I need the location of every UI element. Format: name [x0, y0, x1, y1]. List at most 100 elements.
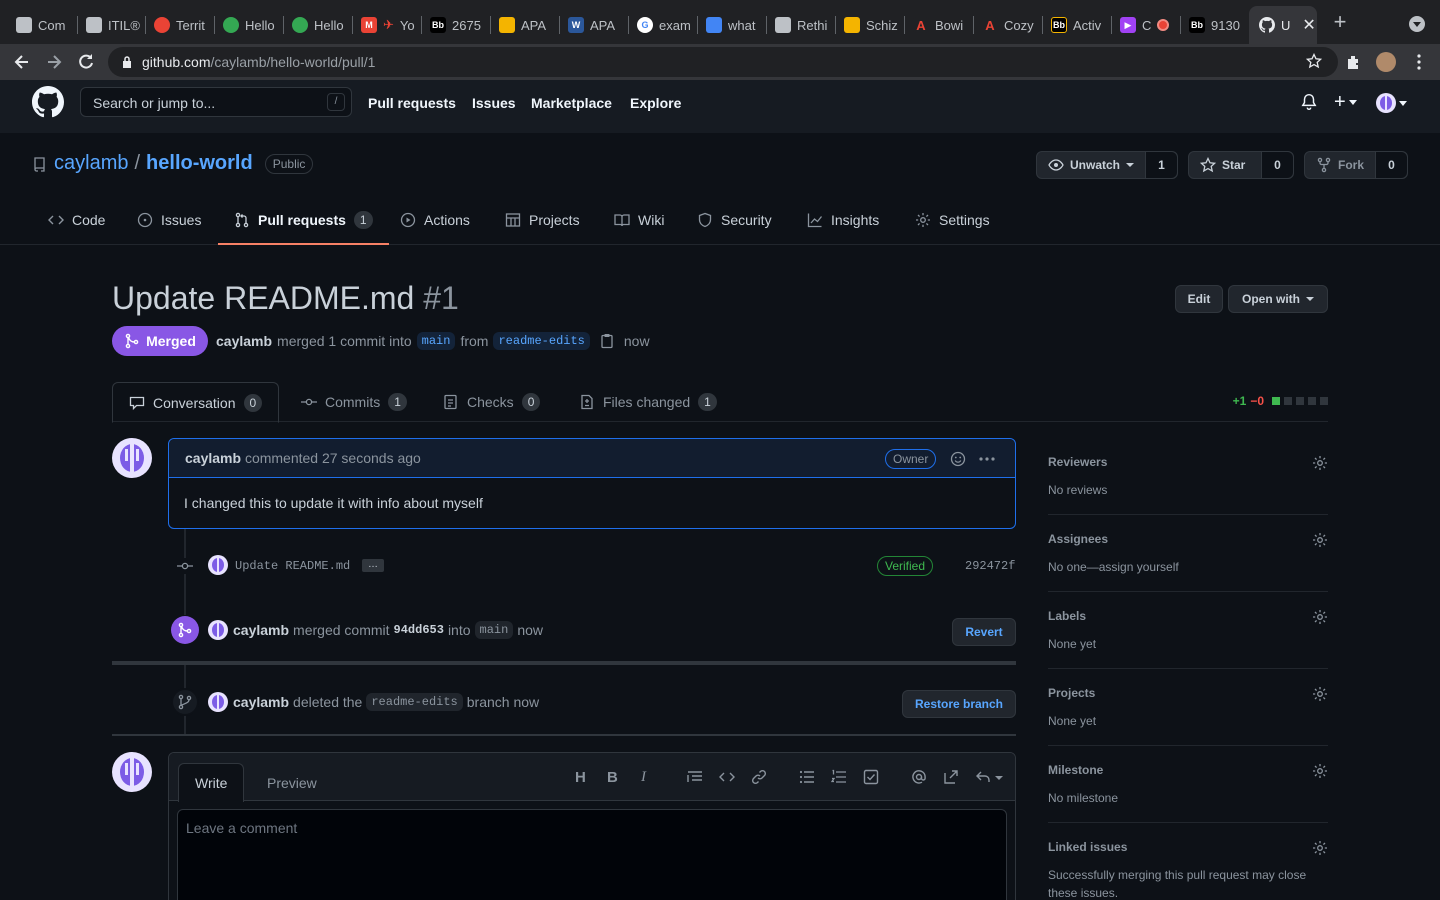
- mention-icon[interactable]: [911, 769, 927, 785]
- tab-code[interactable]: Code: [48, 196, 105, 244]
- omnibox[interactable]: github.com/caylamb/hello-world/pull/1: [108, 47, 1338, 77]
- merge-actor-link[interactable]: caylamb: [233, 622, 289, 638]
- tab-wiki[interactable]: Wiki: [614, 196, 664, 244]
- quote-icon[interactable]: [687, 769, 703, 785]
- extensions-puzzle-icon[interactable]: [1344, 52, 1364, 72]
- repo-name-link[interactable]: hello-world: [146, 152, 253, 175]
- browser-tab[interactable]: W APA: [558, 8, 628, 42]
- cross-reference-icon[interactable]: [943, 769, 959, 785]
- code-icon[interactable]: [719, 769, 735, 785]
- tab-pull-requests[interactable]: Pull requests 1: [218, 196, 389, 245]
- ordered-list-icon[interactable]: [831, 769, 847, 785]
- comment-author-avatar[interactable]: [112, 438, 152, 478]
- tab-search-icon[interactable]: [1409, 16, 1425, 32]
- browser-tab[interactable]: M ✈ Yo: [351, 8, 421, 42]
- commit-message-link[interactable]: Update README.md: [235, 559, 350, 573]
- link-icon[interactable]: [751, 769, 767, 785]
- global-search-input[interactable]: Search or jump to... /: [80, 87, 352, 117]
- repo-owner-link[interactable]: caylamb: [54, 152, 128, 175]
- stars-count[interactable]: 0: [1262, 152, 1293, 178]
- browser-tab[interactable]: Bb 2675: [420, 8, 490, 42]
- tab-checks[interactable]: Checks 0: [443, 382, 541, 422]
- browser-tab[interactable]: A Cozy: [972, 8, 1042, 42]
- bell-icon[interactable]: [1300, 92, 1318, 112]
- base-branch[interactable]: main: [416, 332, 456, 350]
- browser-tab[interactable]: ITIL®: [76, 8, 144, 42]
- browser-tab[interactable]: what: [696, 8, 766, 42]
- browser-tab[interactable]: Hello: [213, 8, 283, 42]
- sidebar-heading[interactable]: Linked issues: [1048, 840, 1328, 854]
- kebab-horizontal-icon[interactable]: [978, 451, 996, 467]
- tab-commits[interactable]: Commits 1: [301, 382, 407, 422]
- sidebar-heading[interactable]: Projects: [1048, 686, 1328, 700]
- write-tab[interactable]: Write: [178, 763, 245, 802]
- sidebar-heading[interactable]: Reviewers: [1048, 455, 1328, 469]
- bold-icon[interactable]: B: [607, 769, 623, 786]
- bookmark-star-icon[interactable]: [1306, 53, 1322, 69]
- unordered-list-icon[interactable]: [799, 769, 815, 785]
- tab-conversation[interactable]: Conversation 0: [112, 382, 280, 423]
- expand-commit-button[interactable]: …: [362, 559, 384, 572]
- profile-avatar-icon[interactable]: [1376, 52, 1396, 72]
- github-logo-icon[interactable]: [32, 86, 64, 118]
- comment-textarea[interactable]: [178, 810, 1006, 900]
- tab-actions[interactable]: Actions: [400, 196, 470, 244]
- commit-author-avatar[interactable]: [208, 555, 228, 575]
- watchers-count[interactable]: 1: [1146, 152, 1177, 178]
- delete-actor-link[interactable]: caylamb: [233, 694, 289, 710]
- caret-down-icon[interactable]: [995, 776, 1003, 780]
- copy-icon[interactable]: [599, 333, 615, 349]
- revert-button[interactable]: Revert: [952, 618, 1016, 646]
- fork-button[interactable]: Fork: [1305, 152, 1377, 178]
- browser-tab[interactable]: Bb 9130: [1179, 8, 1249, 42]
- gear-icon[interactable]: [1312, 532, 1328, 548]
- edit-title-button[interactable]: Edit: [1175, 285, 1223, 313]
- tab-settings[interactable]: Settings: [915, 196, 990, 244]
- italic-icon[interactable]: I: [641, 769, 657, 785]
- unwatch-button[interactable]: Unwatch: [1037, 152, 1147, 178]
- tab-security[interactable]: Security: [697, 196, 772, 244]
- head-branch[interactable]: readme-edits: [493, 332, 590, 350]
- tasklist-icon[interactable]: [863, 769, 879, 785]
- gear-icon[interactable]: [1312, 455, 1328, 471]
- open-with-button[interactable]: Open with: [1228, 285, 1328, 313]
- tab-insights[interactable]: Insights: [807, 196, 879, 244]
- header-nav-pull-requests[interactable]: Pull requests: [368, 95, 456, 111]
- back-arrow-icon[interactable]: [12, 52, 32, 72]
- tab-files-changed[interactable]: Files changed 1: [579, 382, 717, 422]
- star-button[interactable]: Star: [1189, 152, 1262, 178]
- reload-icon[interactable]: [76, 52, 96, 72]
- commit-sha-link[interactable]: 292472f: [965, 559, 1015, 573]
- gear-icon[interactable]: [1312, 763, 1328, 779]
- reply-icon[interactable]: [975, 769, 991, 785]
- browser-tab[interactable]: Schiz: [834, 8, 904, 42]
- current-user-avatar[interactable]: [112, 752, 152, 792]
- forks-count[interactable]: 0: [1376, 152, 1407, 178]
- browser-tab[interactable]: Bb Activ: [1041, 8, 1111, 42]
- new-tab-button[interactable]: +: [1330, 11, 1350, 33]
- restore-branch-button[interactable]: Restore branch: [902, 690, 1016, 718]
- browser-tab[interactable]: Hello: [282, 8, 352, 42]
- sidebar-heading[interactable]: Milestone: [1048, 763, 1328, 777]
- merge-target-branch[interactable]: main: [474, 621, 514, 639]
- sidebar-heading[interactable]: Labels: [1048, 609, 1328, 623]
- sidebar-value[interactable]: No one—assign yourself: [1048, 558, 1328, 576]
- browser-tab[interactable]: ▶ C: [1110, 8, 1180, 42]
- verified-badge[interactable]: Verified: [877, 556, 934, 576]
- header-nav-marketplace[interactable]: Marketplace: [531, 95, 612, 111]
- user-menu[interactable]: [1376, 93, 1407, 113]
- preview-tab[interactable]: Preview: [251, 763, 333, 802]
- smiley-icon[interactable]: [950, 451, 966, 467]
- browser-tab[interactable]: Territ: [144, 8, 214, 42]
- browser-tab[interactable]: APA: [489, 8, 559, 42]
- header-nav-explore[interactable]: Explore: [630, 95, 681, 111]
- merge-actor-avatar[interactable]: [208, 620, 228, 640]
- header-nav-issues[interactable]: Issues: [472, 95, 516, 111]
- forward-arrow-icon[interactable]: [44, 52, 64, 72]
- gear-icon[interactable]: [1312, 609, 1328, 625]
- create-new-menu[interactable]: +: [1334, 92, 1357, 112]
- heading-icon[interactable]: H: [575, 769, 591, 786]
- browser-tab[interactable]: Gexam: [627, 8, 697, 42]
- browser-tab[interactable]: Rethi: [765, 8, 835, 42]
- browser-tab[interactable]: A Bowi: [903, 8, 973, 42]
